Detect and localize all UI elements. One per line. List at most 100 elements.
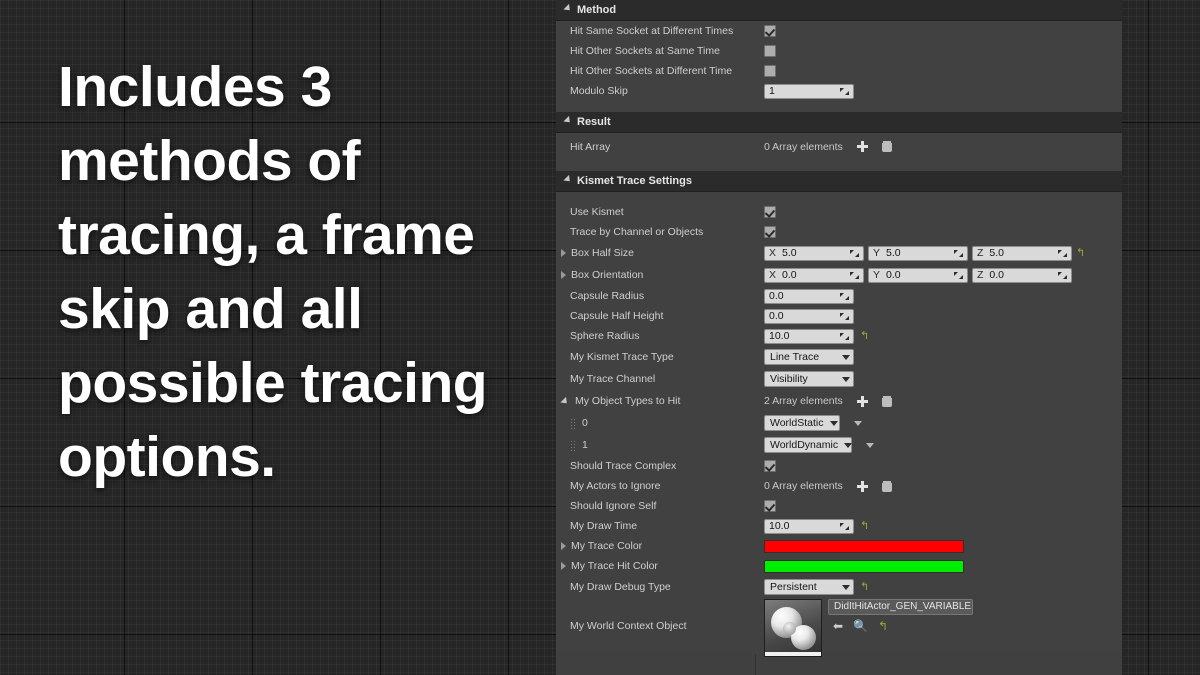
property-label-text: My Trace Color (571, 540, 643, 552)
array-item-options-icon[interactable] (866, 442, 874, 448)
checkbox-hit-other-sockets-at-same-time[interactable] (764, 45, 776, 57)
property-label-text: Box Orientation (571, 269, 644, 281)
color-swatch-my-trace-color[interactable] (764, 539, 964, 553)
dropdown-my-trace-channel[interactable]: Visibility (764, 371, 854, 387)
spinner-arrows-icon[interactable] (840, 312, 849, 321)
revert-to-default-icon[interactable]: ↰ (1076, 248, 1086, 259)
property-row-should-trace-complex[interactable]: Should Trace Complex (556, 456, 1122, 476)
number-input-box-half-size-x[interactable]: X 5.0 (764, 245, 864, 261)
dropdown-object-type-1[interactable]: WorldDynamic (764, 437, 853, 453)
checkbox-should-trace-complex[interactable] (764, 460, 776, 472)
property-label: Trace by Channel or Objects (570, 226, 704, 238)
spacer-row-kismet (556, 192, 1122, 202)
delete-array-icon[interactable] (881, 480, 892, 492)
number-input-sphere-radius[interactable]: 10.0 (764, 328, 854, 344)
property-row-my-trace-hit-color[interactable]: My Trace Hit Color (556, 556, 1122, 576)
chevron-down-icon[interactable] (560, 396, 570, 406)
number-input-capsule-half-height[interactable]: 0.0 (764, 308, 854, 324)
property-row-hit-array[interactable]: Hit Array 0 Array elements (556, 133, 1122, 160)
property-row-hit-other-sockets-different-time[interactable]: Hit Other Sockets at Different Time (556, 61, 1122, 81)
array-element-count: 0 Array elements (764, 480, 843, 492)
number-input-modulo-skip[interactable]: 1 (764, 83, 854, 99)
spinner-arrows-icon[interactable] (954, 249, 963, 258)
property-label: My Trace Channel (570, 373, 656, 385)
category-header-kismet-trace-settings[interactable]: Kismet Trace Settings (556, 171, 1122, 192)
property-row-hit-other-sockets-same-time[interactable]: Hit Other Sockets at Same Time (556, 41, 1122, 61)
checkbox-hit-other-sockets-at-different-time[interactable] (764, 65, 776, 77)
number-input-capsule-radius[interactable]: 0.0 (764, 288, 854, 304)
checkbox-hit-same-socket-at-different-times[interactable] (764, 25, 776, 37)
spinner-arrows-icon[interactable] (850, 271, 859, 280)
asset-thumbnail[interactable] (764, 598, 822, 657)
number-input-box-half-size-z[interactable]: Z 5.0 (972, 245, 1072, 261)
property-row-my-kismet-trace-type[interactable]: My Kismet Trace Type Line Trace (556, 346, 1122, 368)
use-selected-asset-icon[interactable]: ⬅ (833, 620, 843, 632)
revert-to-default-icon[interactable]: ↰ (860, 521, 870, 532)
property-row-sphere-radius[interactable]: Sphere Radius 10.0 ↰ (556, 326, 1122, 346)
array-element-count: 2 Array elements (764, 395, 843, 407)
checkbox-trace-by-channel-or-objects[interactable] (764, 226, 776, 238)
number-input-box-orientation-z[interactable]: Z 0.0 (972, 267, 1072, 283)
number-input-my-draw-time[interactable]: 10.0 (764, 518, 854, 534)
checkbox-should-ignore-self[interactable] (764, 500, 776, 512)
screenshot-root: Includes 3 methods of tracing, a frame s… (0, 0, 1200, 675)
number-input-box-half-size-y[interactable]: Y 5.0 (868, 245, 968, 261)
chevron-right-icon[interactable] (561, 562, 566, 570)
dropdown-my-kismet-trace-type[interactable]: Line Trace (764, 349, 854, 365)
spinner-arrows-icon[interactable] (1058, 249, 1067, 258)
color-swatch-my-trace-hit-color[interactable] (764, 559, 964, 573)
delete-array-icon[interactable] (881, 395, 892, 407)
property-row-my-trace-color[interactable]: My Trace Color (556, 536, 1122, 556)
property-row-should-ignore-self[interactable]: Should Ignore Self (556, 496, 1122, 516)
spinner-arrows-icon[interactable] (954, 271, 963, 280)
spinner-arrows-icon[interactable] (840, 332, 849, 341)
delete-array-icon[interactable] (881, 141, 892, 152)
property-label: Capsule Radius (570, 290, 645, 302)
array-item-options-icon[interactable] (854, 420, 862, 426)
category-header-result[interactable]: Result (556, 112, 1122, 133)
spinner-arrows-icon[interactable] (840, 522, 849, 531)
revert-to-default-icon[interactable]: ↰ (878, 620, 888, 632)
property-row-trace-by-channel-or-objects[interactable]: Trace by Channel or Objects (556, 222, 1122, 242)
revert-to-default-icon[interactable]: ↰ (860, 331, 870, 342)
property-row-my-object-types-to-hit[interactable]: My Object Types to Hit 2 Array elements (556, 390, 1122, 412)
drag-handle-icon[interactable] (570, 439, 576, 451)
drag-handle-icon[interactable] (570, 417, 576, 429)
chevron-right-icon[interactable] (561, 249, 566, 257)
checkbox-use-kismet[interactable] (764, 206, 776, 218)
spinner-arrows-icon[interactable] (840, 87, 849, 96)
dropdown-world-context-object[interactable]: DidItHitActor_GEN_VARIABLE (828, 598, 973, 615)
number-input-box-orientation-x[interactable]: X 0.0 (764, 267, 864, 283)
dropdown-object-type-0[interactable]: WorldStatic (764, 415, 840, 431)
spacer-row-method (556, 101, 1122, 112)
revert-to-default-icon[interactable]: ↰ (860, 582, 870, 593)
dropdown-my-draw-debug-type[interactable]: Persistent (764, 579, 854, 595)
property-row-box-half-size[interactable]: Box Half Size X 5.0 Y 5.0 Z 5.0 ↰ (556, 242, 1122, 264)
property-row-modulo-skip[interactable]: Modulo Skip 1 (556, 81, 1122, 101)
chevron-right-icon[interactable] (561, 542, 566, 550)
dropdown-value: WorldDynamic (770, 439, 839, 451)
property-row-box-orientation[interactable]: Box Orientation X 0.0 Y 0.0 Z 0.0 (556, 264, 1122, 286)
array-item-row-1[interactable]: 1 WorldDynamic (556, 434, 1122, 456)
chevron-right-icon[interactable] (561, 271, 566, 279)
property-row-hit-same-socket[interactable]: Hit Same Socket at Different Times (556, 21, 1122, 41)
axis-label-z: Z (977, 247, 984, 259)
spinner-arrows-icon[interactable] (840, 292, 849, 301)
add-array-element-icon[interactable] (856, 141, 868, 152)
property-row-my-trace-channel[interactable]: My Trace Channel Visibility (556, 368, 1122, 390)
add-array-element-icon[interactable] (856, 480, 868, 492)
browse-to-asset-icon[interactable]: 🔍 (853, 620, 868, 632)
property-row-my-actors-to-ignore[interactable]: My Actors to Ignore 0 Array elements (556, 476, 1122, 496)
property-row-capsule-half-height[interactable]: Capsule Half Height 0.0 (556, 306, 1122, 326)
property-row-use-kismet[interactable]: Use Kismet (556, 202, 1122, 222)
spinner-arrows-icon[interactable] (850, 249, 859, 258)
property-row-my-draw-time[interactable]: My Draw Time 10.0 ↰ (556, 516, 1122, 536)
number-input-box-orientation-y[interactable]: Y 0.0 (868, 267, 968, 283)
spinner-arrows-icon[interactable] (1058, 271, 1067, 280)
property-label: Sphere Radius (570, 330, 640, 342)
add-array-element-icon[interactable] (856, 395, 868, 407)
array-item-row-0[interactable]: 0 WorldStatic (556, 412, 1122, 434)
property-row-capsule-radius[interactable]: Capsule Radius 0.0 (556, 286, 1122, 306)
property-row-my-world-context-object[interactable]: My World Context Object DidItHitActor_GE… (556, 598, 1122, 657)
category-header-method[interactable]: Method (556, 0, 1122, 21)
